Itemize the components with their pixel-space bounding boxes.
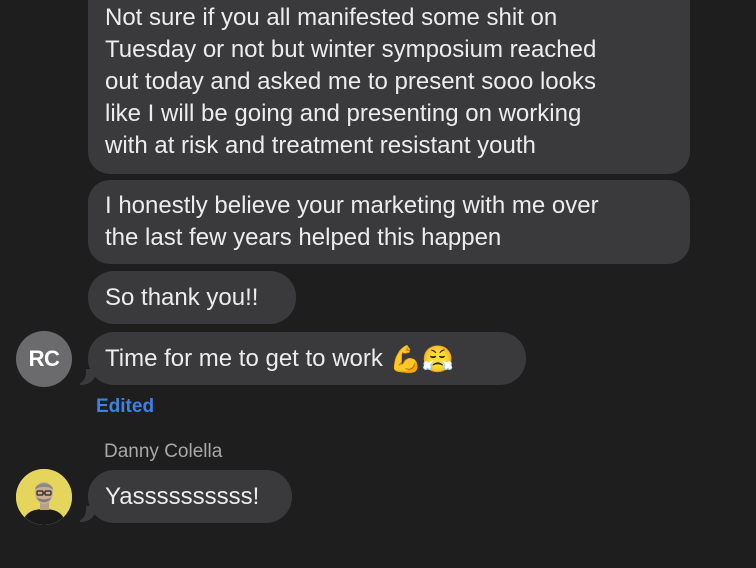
avatar[interactable]	[16, 469, 72, 525]
message-bubble[interactable]: Not sure if you all manifested some shit…	[88, 0, 690, 174]
message-text: Yassssssssss!	[105, 483, 260, 510]
message-bubble[interactable]: Yassssssssss!	[88, 470, 292, 523]
message-bubble[interactable]: Time for me to get to work 💪😤	[88, 332, 526, 385]
edited-label[interactable]: Edited	[96, 396, 154, 418]
avatar[interactable]: RC	[16, 331, 72, 387]
message-text: Time for me to get to work	[105, 345, 383, 372]
message-bubble[interactable]: So thank you!!	[88, 271, 296, 324]
message-text: So thank you!!	[105, 284, 259, 311]
sender-name: Danny Colella	[104, 441, 223, 462]
message-text: I honestly believe your marketing with m…	[105, 192, 599, 251]
avatar-initials: RC	[28, 346, 60, 371]
message-text: Not sure if you all manifested some shit…	[105, 4, 597, 159]
person-photo-icon	[16, 469, 72, 525]
message-bubble[interactable]: I honestly believe your marketing with m…	[88, 180, 690, 264]
message-thread: Not sure if you all manifested some shit…	[0, 0, 756, 568]
flexed-biceps-steam-emoji: 💪😤	[389, 344, 455, 374]
